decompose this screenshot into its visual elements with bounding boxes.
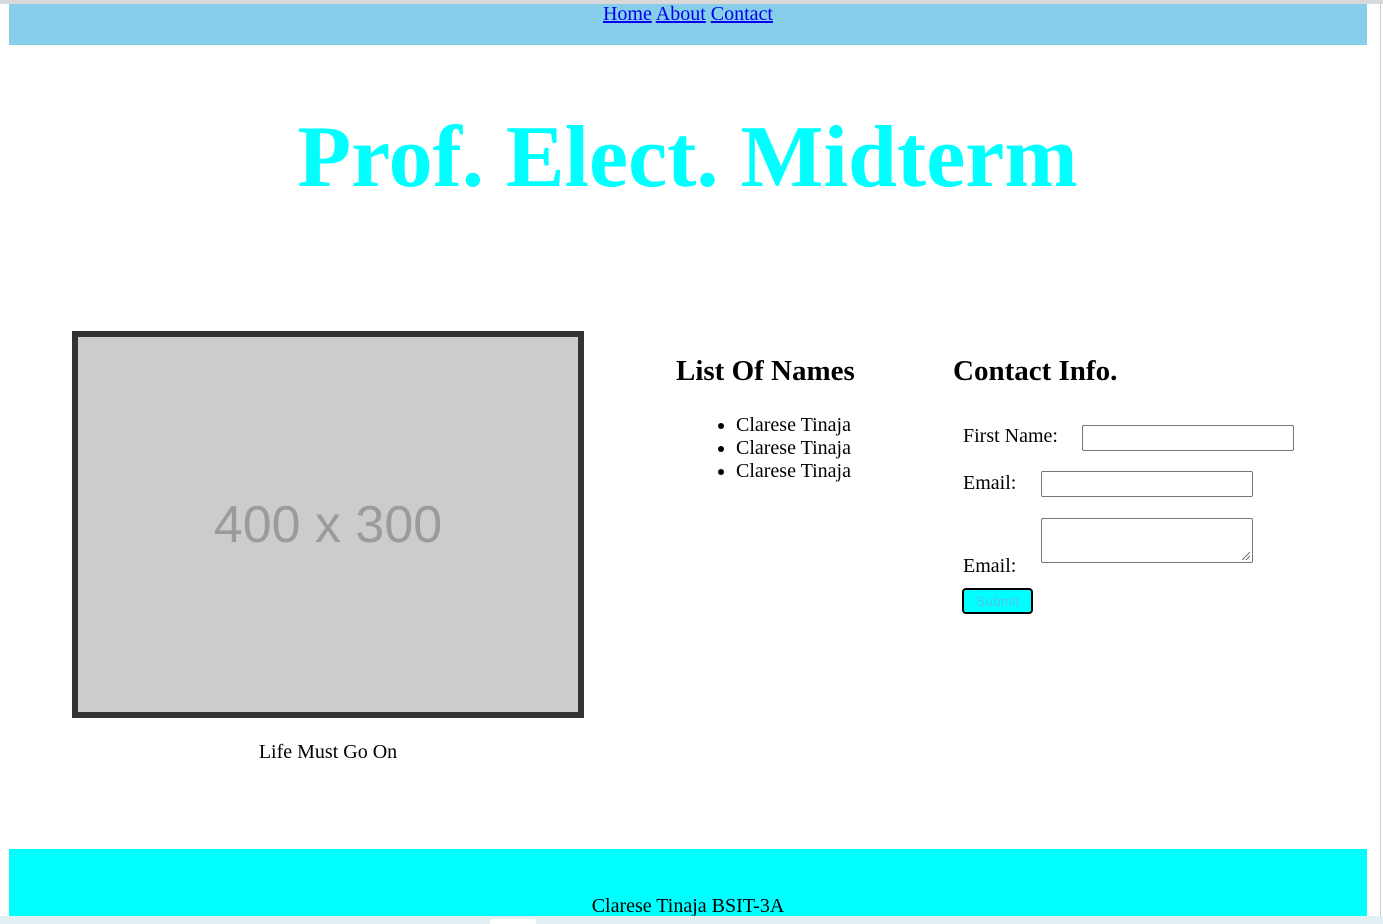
- email-field[interactable]: [1041, 471, 1253, 497]
- message-label: Email:: [963, 555, 1017, 577]
- first-name-field[interactable]: [1082, 425, 1294, 451]
- resize-grip-icon[interactable]: [1242, 552, 1250, 560]
- footer-text: Clarese Tinaja BSIT-3A: [591, 895, 785, 917]
- top-nav-bar: Home About Contact: [9, 4, 1367, 45]
- nav-links: Home About Contact: [603, 3, 773, 25]
- message-textarea[interactable]: [1041, 518, 1253, 563]
- horizontal-scroll-thumb[interactable]: [490, 919, 536, 924]
- placeholder-image: 400 x 300: [72, 331, 584, 718]
- page-title: Prof. Elect. Midterm: [297, 109, 1078, 206]
- submit-button[interactable]: Submit: [962, 588, 1033, 614]
- nav-link-about[interactable]: About: [656, 3, 706, 25]
- first-name-label: First Name:: [963, 425, 1058, 447]
- list-item: Clarese Tinaja: [736, 437, 851, 460]
- window-bottom-strip: [0, 916, 1383, 924]
- list-item: Clarese Tinaja: [736, 414, 851, 437]
- contact-heading: Contact Info.: [953, 355, 1118, 387]
- names-list: Clarese Tinaja Clarese Tinaja Clarese Ti…: [696, 414, 851, 483]
- list-item: Clarese Tinaja: [736, 460, 851, 483]
- names-heading: List Of Names: [676, 355, 855, 387]
- scrollbar-track[interactable]: [1380, 4, 1381, 924]
- nav-link-contact[interactable]: Contact: [711, 3, 773, 25]
- email-label: Email:: [963, 472, 1017, 494]
- placeholder-image-text: 400 x 300: [213, 495, 443, 554]
- image-caption: Life Must Go On: [258, 741, 398, 763]
- footer: Clarese Tinaja BSIT-3A: [9, 849, 1367, 924]
- nav-link-home[interactable]: Home: [603, 3, 652, 25]
